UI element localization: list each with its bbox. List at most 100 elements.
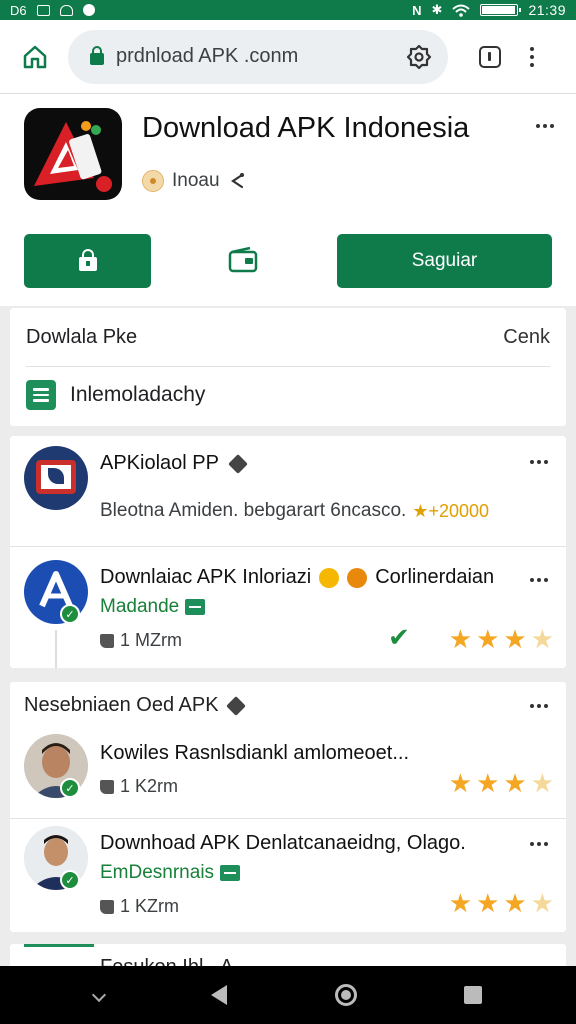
app-list-card-1: APKiolaol PP Bleotna Amiden. bebgarart 6…	[10, 436, 566, 668]
section-title: Nesebniaen Oed APK	[24, 694, 246, 717]
list-line	[33, 399, 49, 402]
recent-apps-icon[interactable]	[464, 986, 483, 1004]
list-item[interactable]: ✓ Downlaiac APK Inloriazi Corlinerdaian …	[10, 546, 566, 668]
list-item[interactable]: ✓ Downhoad APK Denlatcanaeidng, Olago. E…	[10, 818, 566, 932]
star-icon: ★	[448, 768, 473, 798]
battery-icon	[480, 4, 522, 16]
rating-stars: ★ ★ ★ ★	[449, 890, 554, 916]
list-item[interactable]: ✓ Kowiles Rasnlsdiankl amlomeoet... 1 K2…	[10, 728, 566, 828]
image-icon	[36, 4, 50, 16]
app-icon-apkiolaol	[24, 446, 88, 510]
item-meta-text: 1 K2rm	[120, 776, 179, 796]
back-icon[interactable]	[211, 985, 228, 1005]
item-title-text: Downhoad APK Denlatcanaeidng, Olago.	[100, 832, 466, 854]
item-meta: 1 KZrm	[100, 896, 179, 917]
list-item[interactable]: APKiolaol PP Bleotna Amiden. bebgarart 6…	[10, 436, 566, 546]
more-vert-dot	[530, 54, 534, 59]
developer-row[interactable]: Inoau	[142, 170, 246, 192]
battery-level	[482, 6, 515, 14]
verified-icon: ✓	[60, 870, 80, 890]
settings-icon[interactable]	[406, 44, 432, 70]
chevron-down-icon[interactable]	[91, 987, 106, 1003]
wallet-button[interactable]	[226, 244, 260, 276]
download-header-row: Dowlala Pke Cenk	[26, 326, 550, 349]
status-bar: D6 N ✱ 21:39	[0, 0, 576, 20]
item-title: Kowiles Rasnlsdiankl amlomeoet...	[100, 742, 409, 765]
app-header: Download APK Indonesia Inoau Saguiar	[0, 94, 576, 306]
wifi-icon	[452, 4, 471, 17]
item-more-button[interactable]	[526, 574, 552, 586]
star-half-icon: ★	[530, 624, 554, 654]
item-meta-text: 1 KZrm	[120, 896, 180, 916]
home-status-icon	[59, 4, 73, 16]
app-logo	[24, 108, 122, 200]
wallet-icon	[228, 247, 258, 273]
developer-name: Inoau	[172, 170, 220, 191]
section-more-button[interactable]	[526, 700, 552, 712]
verified-diamond-icon	[228, 453, 248, 474]
app-list-card-2: Nesebniaen Oed APK ✓ Kowiles Rasnlsdiank…	[10, 682, 566, 932]
more-vert-dot	[530, 62, 534, 67]
item-more-button[interactable]	[526, 838, 552, 850]
bluetooth-icon: ✱	[431, 2, 443, 17]
star-icon: ★	[503, 888, 527, 918]
rating-stars: ★ ★ ★ ★	[449, 770, 554, 796]
padlock-icon	[78, 249, 97, 271]
item-subtitle-text: Madande	[100, 596, 180, 617]
badge-icon	[185, 599, 206, 615]
item-subtitle-text: EmDesnrnais	[100, 862, 215, 883]
star-half-icon: ★	[530, 888, 554, 918]
item-title-text: APKiolaol PP	[100, 452, 219, 474]
more-horiz-dot	[537, 578, 541, 582]
more-horiz-dot	[543, 124, 547, 128]
download-section: Dowlala Pke Cenk Inlemoladachy	[10, 308, 566, 426]
download-subtitle: Inlemoladachy	[70, 383, 206, 406]
emoji-icon	[347, 567, 368, 588]
app-title: Download APK Indonesia	[142, 112, 470, 144]
tabs-button[interactable]	[476, 43, 504, 71]
url-text[interactable]: prdnload APK .conm	[116, 45, 406, 68]
item-title: APKiolaol PP	[100, 452, 248, 475]
tabs-icon	[479, 45, 501, 68]
thumb-up-icon	[100, 899, 114, 914]
more-horiz-dot	[544, 460, 548, 464]
item-subtitle: Madande	[100, 596, 206, 618]
more-horiz-dot	[537, 842, 541, 846]
verified-icon: ✓	[60, 778, 80, 798]
save-button[interactable]: Saguiar	[337, 234, 552, 288]
star-icon: ★	[476, 888, 500, 918]
browser-home-button[interactable]	[18, 40, 52, 74]
more-horiz-dot	[544, 704, 548, 708]
share-icon[interactable]	[228, 172, 246, 190]
download-action-link[interactable]: Cenk	[503, 326, 550, 349]
more-horiz-dot	[550, 124, 554, 128]
browser-menu-button[interactable]	[526, 43, 538, 71]
system-nav-bar	[0, 966, 576, 1024]
home-icon	[23, 45, 47, 68]
star-icon: ★	[448, 888, 473, 918]
star-icon: ★	[476, 624, 500, 654]
star-icon: ★	[476, 768, 500, 798]
divider	[26, 366, 550, 367]
badge-icon	[220, 865, 241, 881]
address-bar[interactable]: prdnload APK .conm	[68, 29, 448, 84]
home-circle-icon[interactable]	[334, 984, 357, 1006]
list-line	[33, 393, 49, 397]
star-half-icon: ★	[530, 768, 554, 798]
more-vert-icon	[530, 46, 534, 51]
item-description: Bleotna Amiden. bebgarart 6ncasco. ★+200…	[100, 500, 489, 522]
more-horiz-dot	[537, 704, 541, 708]
more-horiz-icon	[530, 578, 534, 582]
item-title-suffix: Corlinerdaian	[375, 566, 495, 588]
status-left: D6	[10, 3, 95, 18]
item-more-button[interactable]	[526, 456, 552, 468]
connector-line	[55, 630, 57, 668]
lock-icon	[90, 46, 104, 65]
lock-button[interactable]	[24, 234, 151, 288]
header-more-button[interactable]	[532, 120, 558, 132]
item-meta-text: 1 MZrm	[120, 630, 182, 650]
download-subtitle-row[interactable]: Inlemoladachy	[26, 380, 205, 410]
item-title-text: Downlaiac APK Inloriazi	[100, 566, 312, 588]
status-carrier: D6	[10, 2, 27, 18]
item-title-text: Kowiles Rasnlsdiankl amlomeoet...	[100, 742, 410, 764]
